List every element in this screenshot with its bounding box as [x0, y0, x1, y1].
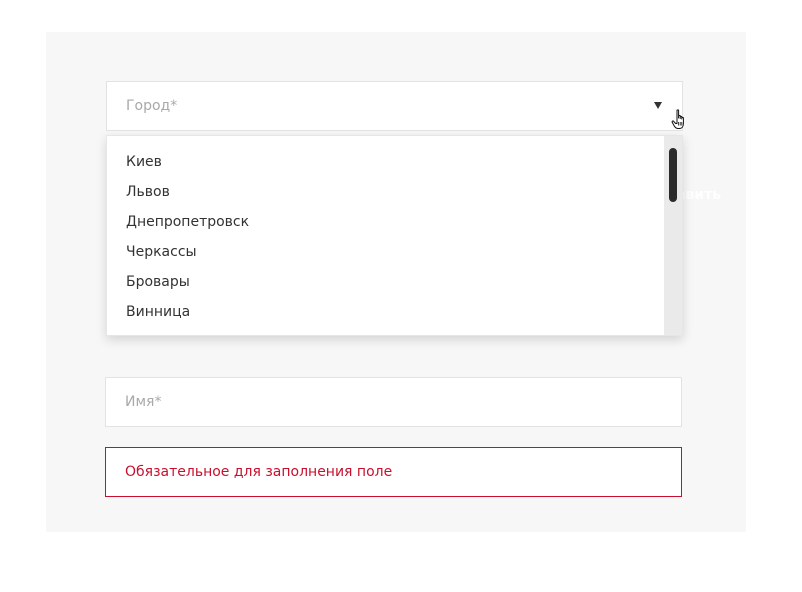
- city-option[interactable]: Винница: [126, 303, 190, 321]
- city-option[interactable]: Черкассы: [126, 243, 197, 261]
- city-option[interactable]: Киев: [126, 153, 162, 171]
- required-field-error: Обязательное для заполнения поле: [105, 447, 682, 497]
- name-input[interactable]: [105, 377, 682, 427]
- error-message: Обязательное для заполнения поле: [125, 464, 393, 480]
- caret-down-icon: [654, 102, 662, 109]
- city-option[interactable]: Львов: [126, 183, 170, 201]
- city-select-placeholder: Город*: [126, 98, 178, 114]
- city-option[interactable]: Днепропетровск: [126, 213, 249, 231]
- scrollbar-thumb[interactable]: [669, 148, 677, 202]
- city-option[interactable]: Бровары: [126, 273, 190, 291]
- dropdown-scrollbar[interactable]: [664, 136, 682, 335]
- hand-pointer-icon: [671, 109, 684, 129]
- city-dropdown-list: Киев Львов Днепропетровск Черкассы Брова…: [106, 135, 683, 336]
- city-select[interactable]: Город*: [106, 81, 683, 131]
